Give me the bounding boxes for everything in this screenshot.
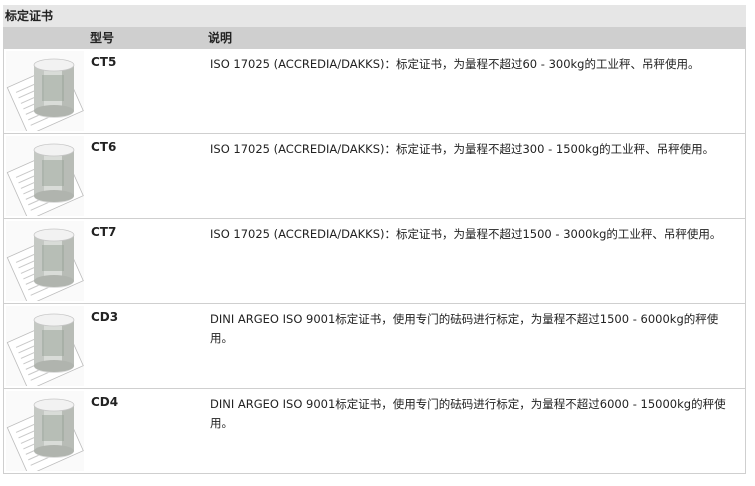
model-description: DINI ARGEO ISO 9001标定证书，使用专门的砝码进行标定，为量程不… [210, 312, 719, 345]
model-description: DINI ARGEO ISO 9001标定证书，使用专门的砝码进行标定，为量程不… [210, 397, 726, 430]
model-code: CT6 [91, 140, 117, 154]
table-row: CT5 ISO 17025 (ACCREDIA/DAKKS)：标定证书，为量程不… [4, 49, 745, 133]
header-model: 型号 [90, 31, 115, 45]
model-description: ISO 17025 (ACCREDIA/DAKKS)：标定证书，为量程不超过30… [210, 142, 715, 156]
certificates-table: 标定证书 型号 说明 CT5 ISO 17025 (ACCREDIA/DAKKS… [3, 5, 746, 474]
model-description: ISO 17025 (ACCREDIA/DAKKS)：标定证书，为量程不超过60… [210, 57, 700, 71]
header-description: 说明 [208, 31, 233, 45]
table-row: CT7 ISO 17025 (ACCREDIA/DAKKS)：标定证书，为量程不… [4, 218, 745, 303]
certificate-thumbnail [6, 221, 84, 301]
table-header: 型号 说明 [3, 27, 746, 49]
model-code: CD4 [91, 395, 119, 409]
section-title: 标定证书 [3, 5, 746, 27]
table-body: CT5 ISO 17025 (ACCREDIA/DAKKS)：标定证书，为量程不… [3, 49, 746, 474]
model-code: CT7 [91, 225, 117, 239]
certificate-thumbnail [6, 391, 84, 471]
table-row: CD4 DINI ARGEO ISO 9001标定证书，使用专门的砝码进行标定，… [4, 388, 745, 473]
certificate-thumbnail [6, 136, 84, 216]
certificate-thumbnail [6, 306, 84, 386]
table-row: CD3 DINI ARGEO ISO 9001标定证书，使用专门的砝码进行标定，… [4, 303, 745, 388]
model-description: ISO 17025 (ACCREDIA/DAKKS)：标定证书，为量程不超过15… [210, 227, 722, 241]
model-code: CD3 [91, 310, 119, 324]
model-code: CT5 [91, 55, 117, 69]
table-row: CT6 ISO 17025 (ACCREDIA/DAKKS)：标定证书，为量程不… [4, 133, 745, 218]
certificate-thumbnail [6, 51, 84, 131]
